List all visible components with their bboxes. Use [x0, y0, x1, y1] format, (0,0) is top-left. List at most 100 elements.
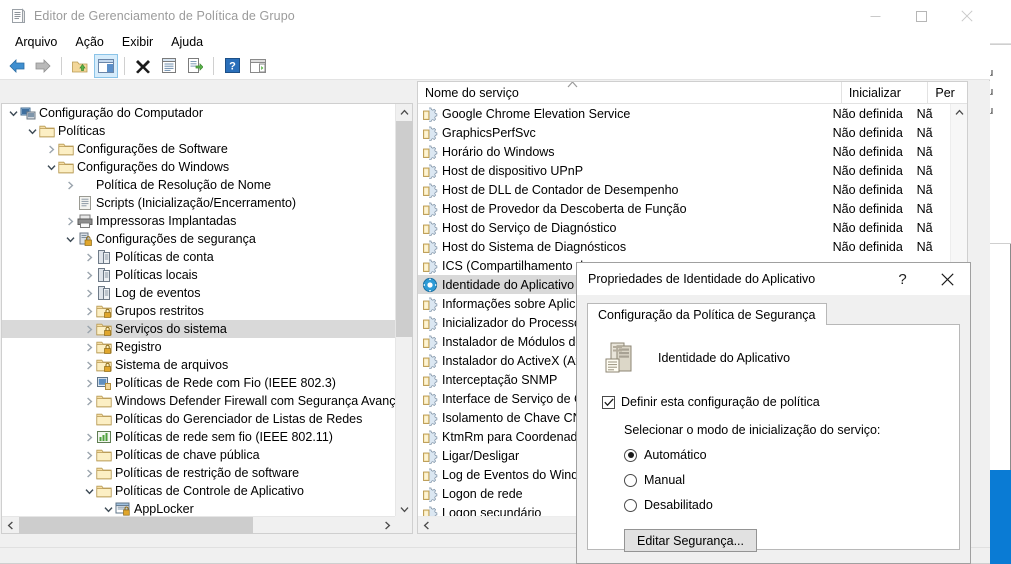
show-hide-tree-icon[interactable]: [94, 53, 118, 78]
column-header-service-name[interactable]: Nome do serviço: [418, 82, 842, 103]
tree-node-13[interactable]: Registro: [2, 338, 396, 356]
tree-node-19[interactable]: Políticas de chave pública: [2, 446, 396, 464]
help-icon[interactable]: ?: [220, 54, 244, 78]
radio-row-desabilitado[interactable]: Desabilitado: [624, 498, 945, 512]
radio-manual[interactable]: [624, 473, 637, 487]
radio-desabilitado[interactable]: [624, 498, 637, 512]
tree-node-10[interactable]: Log de eventos: [2, 284, 396, 302]
forward-icon[interactable]: [31, 54, 55, 78]
tree-node-4[interactable]: Política de Resolução de Nome: [2, 176, 396, 194]
tab-security-policy-setting[interactable]: Configuração da Política de Segurança: [587, 303, 827, 325]
chevron-down-icon[interactable]: [63, 232, 77, 246]
table-row[interactable]: Google Chrome Elevation Service Não defin…: [418, 104, 951, 123]
radio-row-automatico[interactable]: Automático: [624, 448, 945, 462]
chevron-right-icon[interactable]: [82, 340, 96, 354]
chevron-right-icon[interactable]: [82, 358, 96, 372]
chevron-right-icon[interactable]: [82, 394, 96, 408]
tree-node-21[interactable]: Políticas de Controle de Aplicativo: [2, 482, 396, 500]
scroll-left-icon[interactable]: [2, 517, 19, 534]
tree-node-15[interactable]: Políticas de Rede com Fio (IEEE 802.3): [2, 374, 396, 392]
tree-node-16[interactable]: Windows Defender Firewall com Segurança …: [2, 392, 396, 410]
title-bar[interactable]: Editor de Gerenciamento de Política de G…: [0, 0, 990, 32]
chevron-right-icon[interactable]: [82, 322, 96, 336]
tree-icon-placeholder: [77, 177, 93, 193]
edit-security-button[interactable]: Editar Segurança...: [624, 529, 758, 552]
chevron-down-icon[interactable]: [82, 484, 96, 498]
define-policy-checkbox[interactable]: [602, 395, 615, 409]
tree-hscroll-thumb[interactable]: [19, 517, 253, 534]
tree-node-20[interactable]: Políticas de restrição de software: [2, 464, 396, 482]
show-console-tree-icon[interactable]: [246, 54, 270, 78]
tree-node-11[interactable]: Grupos restritos: [2, 302, 396, 320]
chevron-right-icon[interactable]: [63, 214, 77, 228]
back-icon[interactable]: [5, 54, 29, 78]
scroll-right-icon[interactable]: [379, 517, 396, 534]
table-row[interactable]: Host de Provedor da Descoberta de Função…: [418, 199, 951, 218]
chevron-right-icon[interactable]: [82, 448, 96, 462]
tree-vertical-scrollbar[interactable]: [395, 104, 413, 518]
maximize-button[interactable]: [898, 0, 944, 32]
table-row[interactable]: Horário do Windows Não definida Nã: [418, 142, 951, 161]
tree-node-18[interactable]: Políticas de rede sem fio (IEEE 802.11): [2, 428, 396, 446]
tree-node-0[interactable]: Configuração do Computador: [2, 104, 396, 122]
radio-row-manual[interactable]: Manual: [624, 473, 945, 487]
tree-node-7[interactable]: Configurações de segurança: [2, 230, 396, 248]
chevron-down-icon[interactable]: [25, 124, 39, 138]
chevron-right-icon[interactable]: [82, 286, 96, 300]
chevron-down-icon[interactable]: [44, 160, 58, 174]
up-folder-icon[interactable]: [68, 54, 92, 78]
delete-icon[interactable]: [131, 54, 155, 78]
close-button[interactable]: [944, 0, 990, 32]
chevron-right-icon[interactable]: [82, 376, 96, 390]
menu-item-acao[interactable]: Ação: [66, 34, 113, 50]
toolbar-separator: [61, 56, 62, 75]
screen: V hu hu hu Editor de Gerenciamento de Po…: [0, 0, 1011, 564]
chevron-down-icon[interactable]: [6, 106, 20, 120]
help-button[interactable]: ?: [880, 263, 925, 295]
tree-node-1[interactable]: Políticas: [2, 122, 396, 140]
chevron-right-icon[interactable]: [82, 430, 96, 444]
tree-node-8[interactable]: Políticas de conta: [2, 248, 396, 266]
minimize-button[interactable]: [852, 0, 898, 32]
tree-node-3[interactable]: Configurações do Windows: [2, 158, 396, 176]
tree-node-label: Scripts (Inicialização/Encerramento): [96, 196, 297, 210]
tree-node-12[interactable]: Serviços do sistema: [2, 320, 396, 338]
chevron-right-icon[interactable]: [82, 304, 96, 318]
tree-node-5[interactable]: Scripts (Inicialização/Encerramento): [2, 194, 396, 212]
table-row[interactable]: Host de dispositivo UPnP Não definida Nã: [418, 161, 951, 180]
column-header-startup[interactable]: Inicializar: [842, 82, 929, 103]
gpo-editor-icon: [10, 8, 26, 24]
menu-item-ajuda[interactable]: Ajuda: [162, 34, 212, 50]
scroll-left-icon[interactable]: [418, 517, 435, 534]
chevron-down-icon[interactable]: [101, 502, 115, 516]
export-list-icon[interactable]: [183, 54, 207, 78]
tree-node-17[interactable]: Políticas do Gerenciador de Listas de Re…: [2, 410, 396, 428]
table-row[interactable]: GraphicsPerfSvc Não definida Nã: [418, 123, 951, 142]
dialog-tab-page: Identidade do Aplicativo Definir esta co…: [587, 324, 960, 552]
tree-node-6[interactable]: Impressoras Implantadas: [2, 212, 396, 230]
menu-item-exibir[interactable]: Exibir: [113, 34, 162, 50]
properties-icon[interactable]: [157, 54, 181, 78]
applocker-icon: [115, 501, 131, 517]
scroll-up-icon[interactable]: [396, 104, 413, 121]
table-row[interactable]: Host do Sistema de Diagnósticos Não defin…: [418, 237, 951, 256]
define-policy-checkbox-row[interactable]: Definir esta configuração de política: [602, 395, 945, 409]
chevron-right-icon[interactable]: [82, 268, 96, 282]
table-row[interactable]: Host de DLL de Contador de Desempenho Não…: [418, 180, 951, 199]
tree-scroll-thumb[interactable]: [396, 121, 413, 337]
chevron-right-icon[interactable]: [82, 466, 96, 480]
tree-horizontal-scrollbar[interactable]: [2, 516, 396, 534]
chevron-right-icon[interactable]: [44, 142, 58, 156]
tree-node-14[interactable]: Sistema de arquivos: [2, 356, 396, 374]
chevron-right-icon[interactable]: [63, 178, 77, 192]
scroll-up-icon[interactable]: [951, 104, 968, 121]
chevron-right-icon[interactable]: [82, 250, 96, 264]
menu-item-arquivo[interactable]: Arquivo: [6, 34, 66, 50]
column-header-permission[interactable]: Per: [928, 82, 967, 103]
tree-node-9[interactable]: Políticas locais: [2, 266, 396, 284]
dialog-title-bar[interactable]: Propriedades de Identidade do Aplicativo…: [577, 263, 970, 295]
tree-node-2[interactable]: Configurações de Software: [2, 140, 396, 158]
dialog-close-button[interactable]: [925, 263, 970, 295]
table-row[interactable]: Host do Serviço de Diagnóstico Não defini…: [418, 218, 951, 237]
radio-automatico[interactable]: [624, 448, 637, 462]
